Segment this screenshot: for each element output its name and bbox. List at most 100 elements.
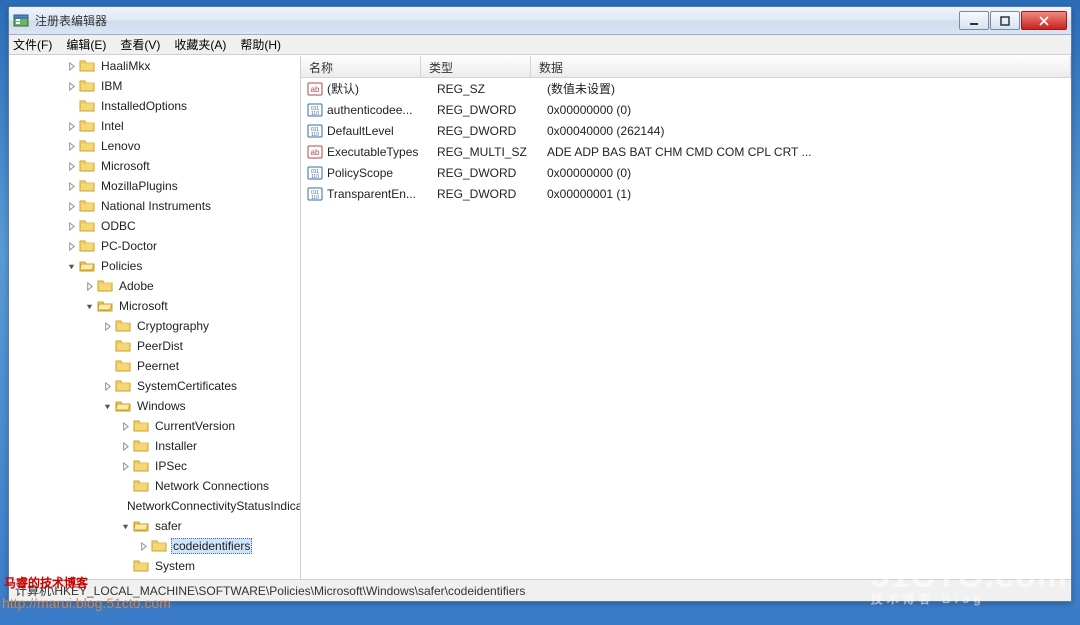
dword-value-icon: 011110 [307,186,323,202]
menu-edit[interactable]: 编辑(E) [66,36,106,53]
tree-node[interactable]: CurrentVersion [119,416,300,436]
expand-icon[interactable] [101,320,113,332]
tree-node[interactable]: codeidentifiers [137,536,300,556]
expand-icon[interactable] [119,460,131,472]
value-type: REG_DWORD [437,187,547,201]
status-bar: 计算机\HKEY_LOCAL_MACHINE\SOFTWARE\Policies… [9,579,1071,601]
tree-node[interactable]: Adobe [83,276,300,296]
collapse-icon[interactable] [101,400,113,412]
expand-icon[interactable] [65,80,77,92]
tree-node[interactable]: HaaliMkx [65,56,300,76]
tree-node[interactable]: MozillaPlugins [65,176,300,196]
tree-node[interactable]: Network Connections [119,476,300,496]
tree-node[interactable]: Cryptography [101,316,300,336]
tree-node-label: Policies [99,259,144,273]
expand-icon[interactable] [65,140,77,152]
folder-icon [115,358,131,374]
expand-icon[interactable] [83,280,95,292]
tree-pane[interactable]: HaaliMkxIBM InstalledOptions IntelLenovo Mi… [9,56,301,579]
value-name: ExecutableTypes [327,145,437,159]
expand-icon[interactable] [65,240,77,252]
svg-text:110: 110 [311,174,319,180]
tree-node-label: System [153,559,197,573]
list-row[interactable]: 011110DefaultLevelREG_DWORD0x00040000 (2… [301,120,1071,141]
menu-view[interactable]: 查看(V) [120,36,160,53]
minimize-button[interactable] [959,11,989,30]
tree-node[interactable]: IPSec [119,456,300,476]
folder-icon [79,98,95,114]
menu-file[interactable]: 文件(F) [13,36,52,53]
expand-icon[interactable] [65,180,77,192]
folder-icon [79,158,95,174]
tree-node[interactable]: SystemCertificates [101,376,300,396]
tree-node[interactable]: Windows [101,396,300,416]
title-bar[interactable]: 注册表编辑器 [9,7,1071,35]
tree-node[interactable]: IBM [65,76,300,96]
tree-node-label: safer [153,519,184,533]
folder-icon [133,458,149,474]
col-header-type[interactable]: 类型 [421,56,531,77]
tree-node[interactable]: Policies [65,256,300,276]
value-type: REG_DWORD [437,166,547,180]
list-row[interactable]: 011110authenticodee...REG_DWORD0x0000000… [301,99,1071,120]
tree-node[interactable]: Installer [119,436,300,456]
tree-node[interactable]: National Instruments [65,196,300,216]
expand-icon[interactable] [65,60,77,72]
collapse-icon[interactable] [65,260,77,272]
tree-node-label: Network Connections [153,479,271,493]
tree-node[interactable]: PeerDist [101,336,300,356]
folder-icon [115,398,131,414]
value-data: 0x00000001 (1) [547,187,1071,201]
svg-text:ab: ab [311,148,320,157]
expand-icon[interactable] [119,440,131,452]
expand-icon[interactable] [65,200,77,212]
tree-node-label: ODBC [99,219,138,233]
expand-icon[interactable] [65,160,77,172]
expand-icon[interactable] [65,220,77,232]
tree-node-label: CurrentVersion [153,419,237,433]
folder-icon [151,538,167,554]
collapse-icon[interactable] [83,300,95,312]
tree-node[interactable]: NetworkConnectivityStatusIndicator [119,496,300,516]
folder-icon [97,278,113,294]
tree-node-label: Adobe [117,279,156,293]
expand-icon[interactable] [119,420,131,432]
folder-icon [97,298,113,314]
folder-icon [79,118,95,134]
tree-node[interactable]: Microsoft [83,296,300,316]
col-header-name[interactable]: 名称 [301,56,421,77]
list-pane[interactable]: 名称 类型 数据 ab(默认)REG_SZ(数值未设置)011110authen… [301,56,1071,579]
col-header-data[interactable]: 数据 [531,56,1071,77]
collapse-icon[interactable] [119,520,131,532]
maximize-button[interactable] [990,11,1020,30]
tree-node[interactable]: ODBC [65,216,300,236]
tree-node[interactable]: PC-Doctor [65,236,300,256]
tree-node[interactable]: safer [119,516,300,536]
expand-icon[interactable] [101,380,113,392]
value-type: REG_MULTI_SZ [437,145,547,159]
tree-node[interactable]: System [119,556,300,576]
tree-node[interactable]: Peernet [101,356,300,376]
value-type: REG_DWORD [437,103,547,117]
list-row[interactable]: ab(默认)REG_SZ(数值未设置) [301,78,1071,99]
tree-node-label: InstalledOptions [99,99,189,113]
tree-node-label: Microsoft [117,299,170,313]
expand-icon[interactable] [65,120,77,132]
tree-node[interactable]: Microsoft [65,156,300,176]
menu-help[interactable]: 帮助(H) [240,36,281,53]
tree-node-label: IPSec [153,459,189,473]
close-button[interactable] [1021,11,1067,30]
dword-value-icon: 011110 [307,102,323,118]
menu-favorites[interactable]: 收藏夹(A) [174,36,226,53]
value-type: REG_DWORD [437,124,547,138]
list-row[interactable]: abExecutableTypesREG_MULTI_SZADE ADP BAS… [301,141,1071,162]
tree-node[interactable]: Intel [65,116,300,136]
tree-node[interactable]: Lenovo [65,136,300,156]
list-row[interactable]: 011110PolicyScopeREG_DWORD0x00000000 (0) [301,162,1071,183]
tree-node[interactable]: InstalledOptions [65,96,300,116]
tree-node-label: Microsoft [99,159,152,173]
expand-icon[interactable] [137,540,149,552]
client-area: HaaliMkxIBM InstalledOptions IntelLenovo Mi… [9,55,1071,579]
list-body: ab(默认)REG_SZ(数值未设置)011110authenticodee..… [301,78,1071,204]
list-row[interactable]: 011110TransparentEn...REG_DWORD0x0000000… [301,183,1071,204]
